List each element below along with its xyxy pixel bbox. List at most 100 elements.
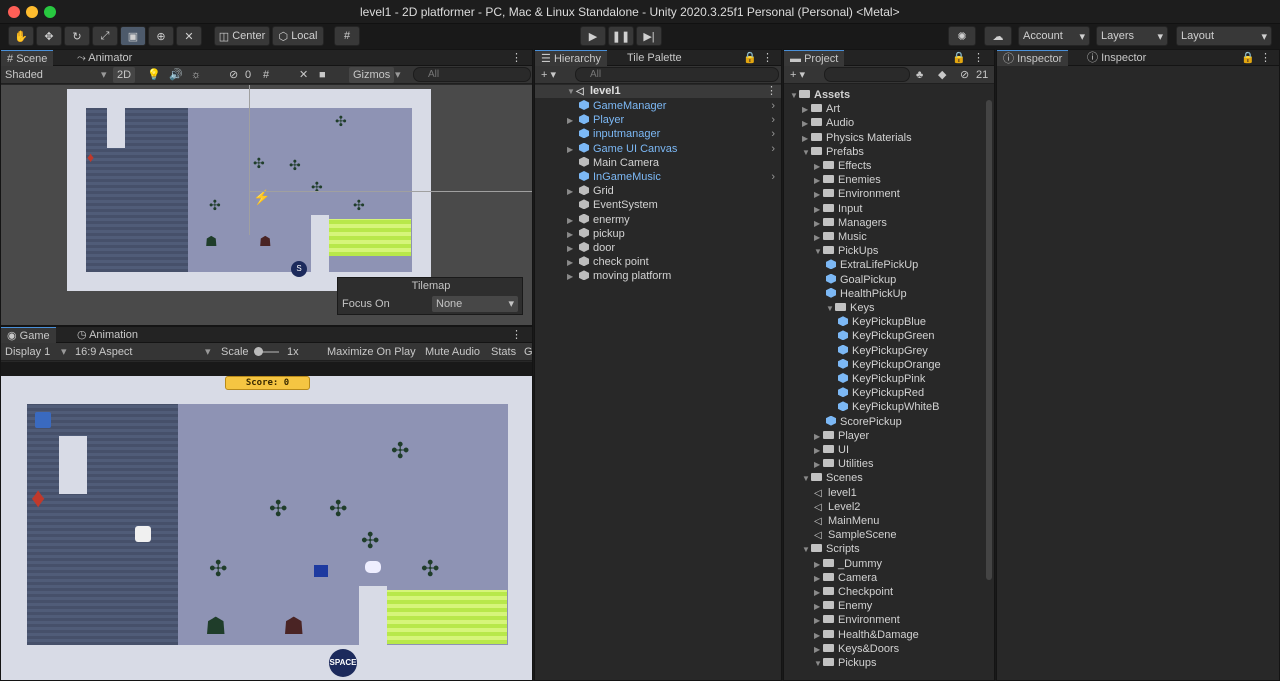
project-item[interactable]: ▶ Enemies: [814, 173, 881, 187]
expand-arrow-icon[interactable]: ▶: [814, 231, 823, 245]
project-item[interactable]: ▼ Assets: [790, 88, 850, 102]
expand-arrow-icon[interactable]: ▶: [567, 143, 579, 157]
project-item[interactable]: ▼ Prefabs: [802, 145, 864, 159]
tab-inspector[interactable]: ⓘ Inspector: [997, 50, 1069, 66]
project-item[interactable]: ▶ Audio: [802, 116, 854, 130]
panel-menu-button[interactable]: ⋮: [967, 50, 990, 66]
rotate-tool-button[interactable]: ↻: [64, 26, 90, 46]
focus-on-dropdown[interactable]: None ▾: [432, 296, 518, 312]
project-item[interactable]: KeyPickupOrange: [838, 358, 941, 372]
project-item[interactable]: ▼ Pickups: [814, 656, 877, 670]
expand-arrow-icon[interactable]: ▶: [814, 600, 823, 614]
project-scrollbar[interactable]: [986, 100, 992, 580]
pivot-center-button[interactable]: ◫ Center: [214, 26, 270, 46]
expand-arrow-icon[interactable]: ▶: [814, 430, 823, 444]
project-item[interactable]: KeyPickupPink: [838, 372, 925, 386]
tab-animator[interactable]: ⤳ Animator: [71, 50, 138, 66]
minimize-window-button[interactable]: [26, 6, 38, 18]
display-dropdown[interactable]: Display 1: [5, 344, 50, 360]
expand-arrow-icon[interactable]: ▶: [567, 242, 579, 256]
project-item[interactable]: ▶ Enemy: [814, 599, 872, 613]
expand-arrow-icon[interactable]: ▶: [567, 114, 579, 128]
project-item[interactable]: ▶ Environment: [814, 187, 900, 201]
expand-arrow-icon[interactable]: ▼: [790, 89, 799, 103]
expand-arrow-icon[interactable]: ▼: [802, 543, 811, 557]
project-item[interactable]: KeyPickupGreen: [838, 329, 935, 343]
project-item[interactable]: ▶ Player: [814, 429, 869, 443]
stats-toggle[interactable]: Stats: [491, 344, 516, 360]
expand-arrow-icon[interactable]: ▶: [814, 174, 823, 188]
project-search-input[interactable]: [824, 67, 910, 82]
project-item[interactable]: ▶ Physics Materials: [802, 131, 912, 145]
expand-arrow-icon[interactable]: ▶: [567, 185, 579, 199]
hierarchy-search-input[interactable]: All: [575, 67, 779, 82]
project-item[interactable]: ▶ Music: [814, 230, 867, 244]
grid-toggle-icon[interactable]: #: [263, 67, 269, 83]
project-item[interactable]: KeyPickupRed: [838, 386, 924, 400]
tab-game[interactable]: ◉ Game: [1, 327, 56, 343]
expand-arrow-icon[interactable]: ▶: [567, 214, 579, 228]
expand-arrow-icon[interactable]: ▶: [567, 228, 579, 242]
hierarchy-item[interactable]: GameManager ›: [579, 99, 779, 113]
tab-tile-palette[interactable]: Tile Palette: [621, 50, 688, 66]
project-item[interactable]: KeyPickupWhiteB: [838, 400, 939, 414]
mode-2d-button[interactable]: 2D: [113, 67, 136, 83]
scene-root-row[interactable]: ▼◁ level1 ⋮: [535, 85, 781, 98]
transform-tool-button[interactable]: ⊕: [148, 26, 174, 46]
pause-button[interactable]: ❚❚: [608, 26, 634, 46]
filter-type-icon[interactable]: ♣: [916, 67, 923, 83]
project-item[interactable]: ▶ Managers: [814, 216, 887, 230]
tab-project[interactable]: ▬ Project: [784, 50, 845, 66]
hierarchy-item[interactable]: ▶ Grid: [567, 184, 779, 198]
scene-menu-button[interactable]: ⋮: [766, 85, 777, 98]
collab-button[interactable]: ✺: [948, 26, 976, 46]
project-item[interactable]: ▶ Keys&Doors: [814, 642, 899, 656]
project-item[interactable]: ▶ Utilities: [814, 457, 873, 471]
play-button[interactable]: ▶: [580, 26, 606, 46]
project-item[interactable]: ▶ Environment: [814, 613, 900, 627]
project-item[interactable]: ▶ Health&Damage: [814, 628, 919, 642]
project-item[interactable]: ▼ Keys: [826, 301, 874, 315]
project-item[interactable]: ▼ Scripts: [802, 542, 860, 556]
layout-dropdown[interactable]: Layout ▾: [1176, 26, 1272, 46]
hierarchy-item[interactable]: EventSystem: [579, 198, 779, 212]
project-item[interactable]: ScorePickup: [826, 415, 902, 429]
project-item[interactable]: ◁ Level2: [814, 500, 860, 514]
panel-menu-button[interactable]: ⋮: [505, 50, 528, 66]
project-item[interactable]: ▶ UI: [814, 443, 849, 457]
maximize-window-button[interactable]: [44, 6, 56, 18]
project-item[interactable]: ▶ Effects: [814, 159, 871, 173]
mute-audio-toggle[interactable]: Mute Audio: [425, 344, 480, 360]
account-dropdown[interactable]: Account ▾: [1018, 26, 1090, 46]
hierarchy-item[interactable]: ▶ moving platform: [567, 269, 779, 283]
panel-menu-button[interactable]: ⋮: [756, 50, 779, 66]
scale-slider-thumb[interactable]: [254, 347, 263, 356]
hierarchy-item[interactable]: ▶ pickup: [567, 227, 779, 241]
expand-arrow-icon[interactable]: ▶: [814, 217, 823, 231]
expand-arrow-icon[interactable]: ▶: [814, 203, 823, 217]
tools-icon[interactable]: ✕: [299, 67, 308, 83]
create-button[interactable]: + ▾: [790, 67, 805, 83]
expand-arrow-icon[interactable]: ▼: [802, 146, 811, 160]
expand-arrow-icon[interactable]: ▶: [802, 117, 811, 131]
gizmos-toggle[interactable]: Gi: [524, 344, 532, 360]
hierarchy-item[interactable]: ▶ enermy: [567, 213, 779, 227]
gizmos-dropdown[interactable]: Gizmos: [349, 67, 395, 83]
project-item[interactable]: ▶ Checkpoint: [814, 585, 893, 599]
hidden-packages-icon[interactable]: ⊘: [960, 67, 969, 83]
expand-arrow-icon[interactable]: ▶: [802, 103, 811, 117]
grid-snap-button[interactable]: #: [334, 26, 360, 46]
rect-tool-button[interactable]: ▣: [120, 26, 146, 46]
expand-arrow-icon[interactable]: ▶: [814, 458, 823, 472]
hierarchy-item[interactable]: ▶ Game UI Canvas ›: [567, 142, 779, 156]
project-item[interactable]: ▶ Camera: [814, 571, 877, 585]
scene-search-input[interactable]: All: [413, 67, 531, 82]
expand-arrow-icon[interactable]: ▶: [814, 643, 823, 657]
close-window-button[interactable]: [8, 6, 20, 18]
expand-arrow-icon[interactable]: ▶: [567, 270, 579, 284]
expand-arrow-icon[interactable]: ▶: [567, 256, 579, 270]
create-button[interactable]: + ▾: [541, 67, 556, 83]
tab-animation[interactable]: ◷ Animation: [71, 327, 144, 343]
project-item[interactable]: ▶ Input: [814, 202, 862, 216]
cloud-button[interactable]: ☁: [984, 26, 1012, 46]
